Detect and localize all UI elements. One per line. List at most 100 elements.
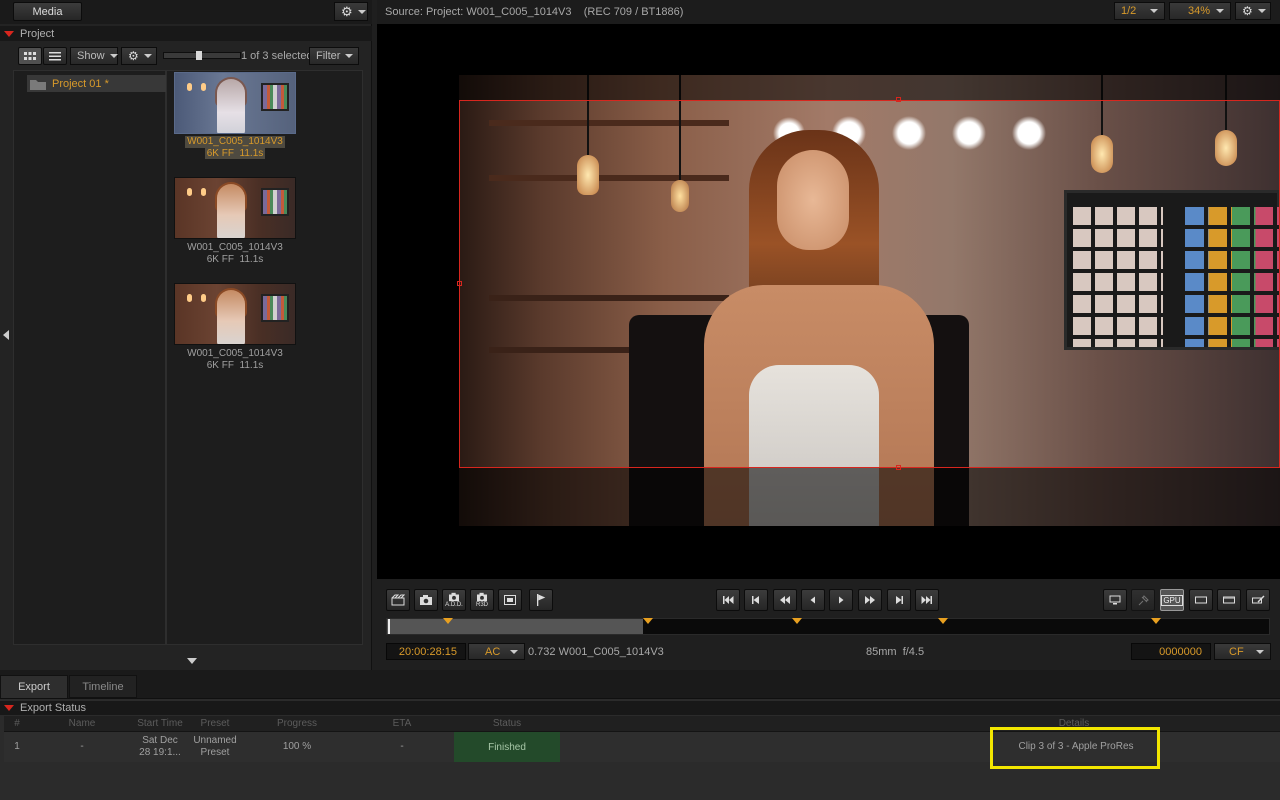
play-icon [839,596,844,604]
show-dropdown[interactable]: Show [70,47,118,65]
viewer-settings-button[interactable]: ⚙ [1235,2,1271,20]
column-header[interactable]: Start Time [134,717,186,731]
viewer-canvas[interactable] [377,24,1280,579]
column-header[interactable]: Name [30,717,134,731]
next-marker-button[interactable] [887,589,911,611]
frame-counter-field[interactable]: 0000000 [1131,643,1211,660]
snapshot-button[interactable] [414,589,438,611]
status-badge: Finished [454,732,560,762]
thumbnail-size-slider[interactable] [163,51,241,60]
column-header[interactable]: Preset [186,717,244,731]
monitor-button[interactable] [1103,589,1127,611]
marker-icon[interactable] [938,618,948,624]
clip-thumbnail[interactable] [174,72,296,134]
marker-icon[interactable] [1151,618,1161,624]
edit-icon [1252,595,1265,604]
guides-button[interactable] [1189,589,1213,611]
tab-timeline[interactable]: Timeline [69,675,137,698]
snapshot-add-button[interactable]: A.D.D. [442,589,466,611]
folder-tree: Project 01 * [13,70,166,645]
resolution-dropdown[interactable]: 1/2 [1114,2,1165,20]
frame-mode-dropdown[interactable]: CF [1214,643,1271,660]
prev-marker-icon [752,596,759,604]
tc-mode-dropdown[interactable]: AC [468,643,525,660]
gear-icon: ⚙ [1242,4,1253,18]
step-back-button[interactable] [801,589,825,611]
clip-caption: W001_C005_1014V3 6K FF 11.1s [185,136,285,159]
marker-icon[interactable] [792,618,802,624]
guide-handle[interactable] [896,465,901,470]
clip-caption: W001_C005_1014V3 6K FF 11.1s [187,348,283,371]
collapse-arrow-icon [4,705,14,711]
expand-down-icon[interactable] [187,658,197,664]
snapshot-r3d-button[interactable]: R3D [470,589,494,611]
pin-icon [1138,595,1149,606]
column-header[interactable]: Status [454,717,560,731]
row-preset: Unnamed Preset [193,735,237,758]
marker-icon[interactable] [643,618,653,624]
rewind-button[interactable] [773,589,797,611]
fast-forward-icon [865,596,875,604]
camera-icon [420,595,432,605]
timecode-field[interactable]: 20:00:28:15 [386,643,466,660]
grid-icon [24,51,36,60]
prev-marker-button[interactable] [744,589,768,611]
frame-button[interactable] [498,589,522,611]
media-tab[interactable]: Media [13,2,82,21]
flag-button[interactable] [529,589,553,611]
column-header[interactable]: ETA [350,717,454,731]
clip-info: 0.732 W001_C005_1014V3 [528,646,664,658]
viewer-panel: Source: Project: W001_C005_1014V3 (REC 7… [377,0,1280,670]
skip-start-button[interactable] [716,589,740,611]
guide-handle[interactable] [896,97,901,102]
grid-view-button[interactable] [18,47,42,65]
gpu-toggle[interactable]: GPU [1160,589,1184,611]
filter-dropdown[interactable]: Filter [309,47,359,65]
fast-forward-button[interactable] [858,589,882,611]
playback-progress [387,619,643,634]
clapper-button[interactable] [386,589,410,611]
pin-button[interactable] [1131,589,1155,611]
export-status-header[interactable]: Export Status [0,701,1280,715]
camera-r3d-icon [477,592,487,602]
list-view-button[interactable] [43,47,67,65]
row-progress: 100 % [282,741,312,752]
timeline-scrubber[interactable] [386,618,1270,635]
tab-export[interactable]: Export [0,675,68,698]
guide-handle[interactable] [457,281,462,286]
row-eta: - [400,741,404,752]
marker-icon[interactable] [443,618,453,624]
edit-button[interactable] [1246,589,1270,611]
clapper-icon [391,594,405,606]
filmstrip-button[interactable] [1217,589,1241,611]
collapse-left-icon[interactable] [3,330,9,340]
gear-icon: ⚙ [341,3,353,19]
clip-thumbnail[interactable] [174,283,296,345]
row-name: - [80,741,84,752]
skip-end-button[interactable] [915,589,939,611]
project-folder-item[interactable]: Project 01 * [27,75,166,92]
slider-handle[interactable] [196,51,202,60]
monitor-icon [1109,595,1121,605]
zoom-dropdown[interactable]: 34% [1169,2,1231,20]
column-header[interactable]: Progress [244,717,350,731]
column-header[interactable]: # [4,717,30,731]
camera-add-icon [449,592,459,602]
play-button[interactable] [829,589,853,611]
playhead[interactable] [388,619,390,634]
rewind-icon [780,596,790,604]
list-icon [49,51,61,60]
project-settings-button[interactable]: ⚙ [121,47,157,65]
filmstrip-icon [1223,596,1235,604]
next-marker-icon [896,596,903,604]
clip-caption: W001_C005_1014V3 6K FF 11.1s [187,242,283,265]
media-panel: Media ⚙ Project Show ⚙ 1 of 3 selected F… [0,0,372,670]
column-header[interactable]: Details [560,717,1280,731]
framing-guide[interactable] [459,100,1280,468]
clip-thumbnail[interactable] [174,177,296,239]
media-settings-button[interactable]: ⚙ [334,2,368,21]
project-section-header[interactable]: Project [0,26,372,41]
source-label: Source: Project: W001_C005_1014V3 (REC 7… [385,6,684,18]
folder-icon [30,79,46,90]
step-back-icon [810,596,815,604]
